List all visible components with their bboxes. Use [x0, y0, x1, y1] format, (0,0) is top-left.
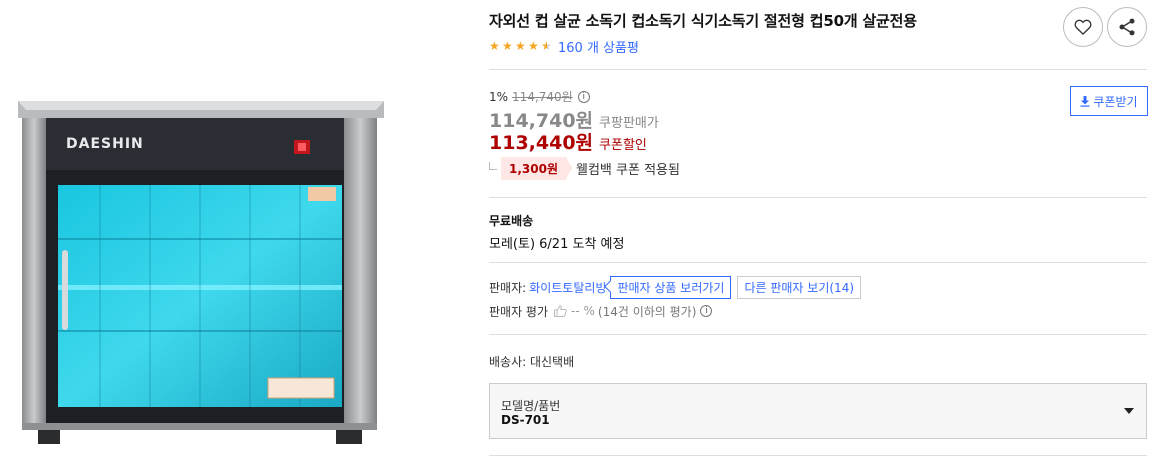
branch-mark — [489, 162, 497, 170]
star-icon: ★ — [528, 39, 539, 53]
seller-name-link[interactable]: 화이트토탈리빙 — [529, 279, 606, 296]
discount-line: 1% 114,740원 i — [489, 88, 590, 105]
carrier-info: 배송사: 대신택배 — [489, 355, 575, 369]
share-button[interactable] — [1107, 7, 1147, 47]
other-sellers-count: (14) — [829, 280, 855, 295]
coupon-price-label: 쿠폰할인 — [599, 138, 647, 153]
divider — [489, 262, 1147, 263]
seller-rating-label: 판매자 평가 — [489, 304, 549, 319]
divider — [489, 334, 1147, 335]
seller-rating-line: 판매자 평가 -- % (14건 이하의 평가) i — [489, 301, 713, 321]
seller-label: 판매자: — [489, 280, 527, 295]
divider — [489, 197, 1147, 198]
welcome-coupon-text: 웰컴백 쿠폰 적용됨 — [576, 162, 680, 178]
heart-icon — [1074, 19, 1092, 36]
star-icon: ★ — [515, 39, 526, 53]
coupon-download-button[interactable]: 쿠폰받기 — [1070, 86, 1148, 116]
rating-stars: ★ ★ ★ ★ ★ — [489, 40, 553, 52]
seller-products-button[interactable]: 판매자 상품 보러가기 — [610, 275, 732, 299]
download-icon — [1080, 95, 1090, 107]
other-sellers-button[interactable]: 다른 판매자 보기(14) — [737, 275, 862, 299]
product-rating: ★ ★ ★ ★ ★ 160 개 상품평 — [489, 37, 639, 56]
half-star-icon: ★ — [541, 39, 552, 53]
origin-price: 114,740원 — [512, 90, 573, 104]
share-icon — [1119, 18, 1135, 36]
other-sellers-label: 다른 판매자 보기 — [744, 280, 830, 295]
seller-rating-note: (14건 이하의 평가) — [597, 304, 697, 319]
coupon-price: 113,440원 — [489, 132, 594, 154]
star-icon: ★ — [502, 39, 513, 53]
shipping-title: 무료배송 — [489, 214, 534, 228]
divider — [489, 455, 1147, 456]
option-value: DS-701 — [501, 413, 550, 427]
info-icon[interactable]: i — [700, 305, 713, 317]
coupon-price-line: 113,440원 쿠폰할인 — [489, 128, 647, 155]
welcome-coupon-line: 1,300원 웰컴백 쿠폰 적용됨 — [489, 156, 680, 180]
review-count-link[interactable]: 160 개 상품평 — [558, 37, 639, 56]
shipping-date: 모레(토) 6/21 도착 예정 — [489, 237, 625, 252]
option-select[interactable]: 모델명/품번 DS-701 — [489, 383, 1147, 439]
seller-rating-value: -- % — [571, 304, 595, 318]
caret-down-icon — [1124, 408, 1134, 414]
product-info: 자외선 컵 살균 소독기 컵소독기 식기소독기 절전형 컵50개 살균전용 ★ … — [489, 0, 1148, 467]
product-image: DAESHIN — [0, 0, 470, 467]
wishlist-button[interactable] — [1063, 7, 1103, 47]
info-icon[interactable]: i — [577, 90, 590, 103]
brand-label: DAESHIN — [66, 136, 144, 152]
divider — [489, 69, 1147, 70]
coupon-download-label: 쿠폰받기 — [1093, 94, 1138, 109]
seller-line: 판매자: 화이트토탈리빙 판매자 상품 보러가기 다른 판매자 보기(14) — [489, 275, 862, 299]
welcome-coupon-badge: 1,300원 — [501, 156, 572, 180]
discount-rate: 1% — [489, 89, 509, 104]
option-label: 모델명/품번 — [501, 399, 561, 413]
thumbs-up-icon — [554, 305, 567, 317]
star-icon: ★ — [489, 39, 500, 53]
product-title: 자외선 컵 살균 소독기 컵소독기 식기소독기 절전형 컵50개 살균전용 — [489, 12, 917, 30]
